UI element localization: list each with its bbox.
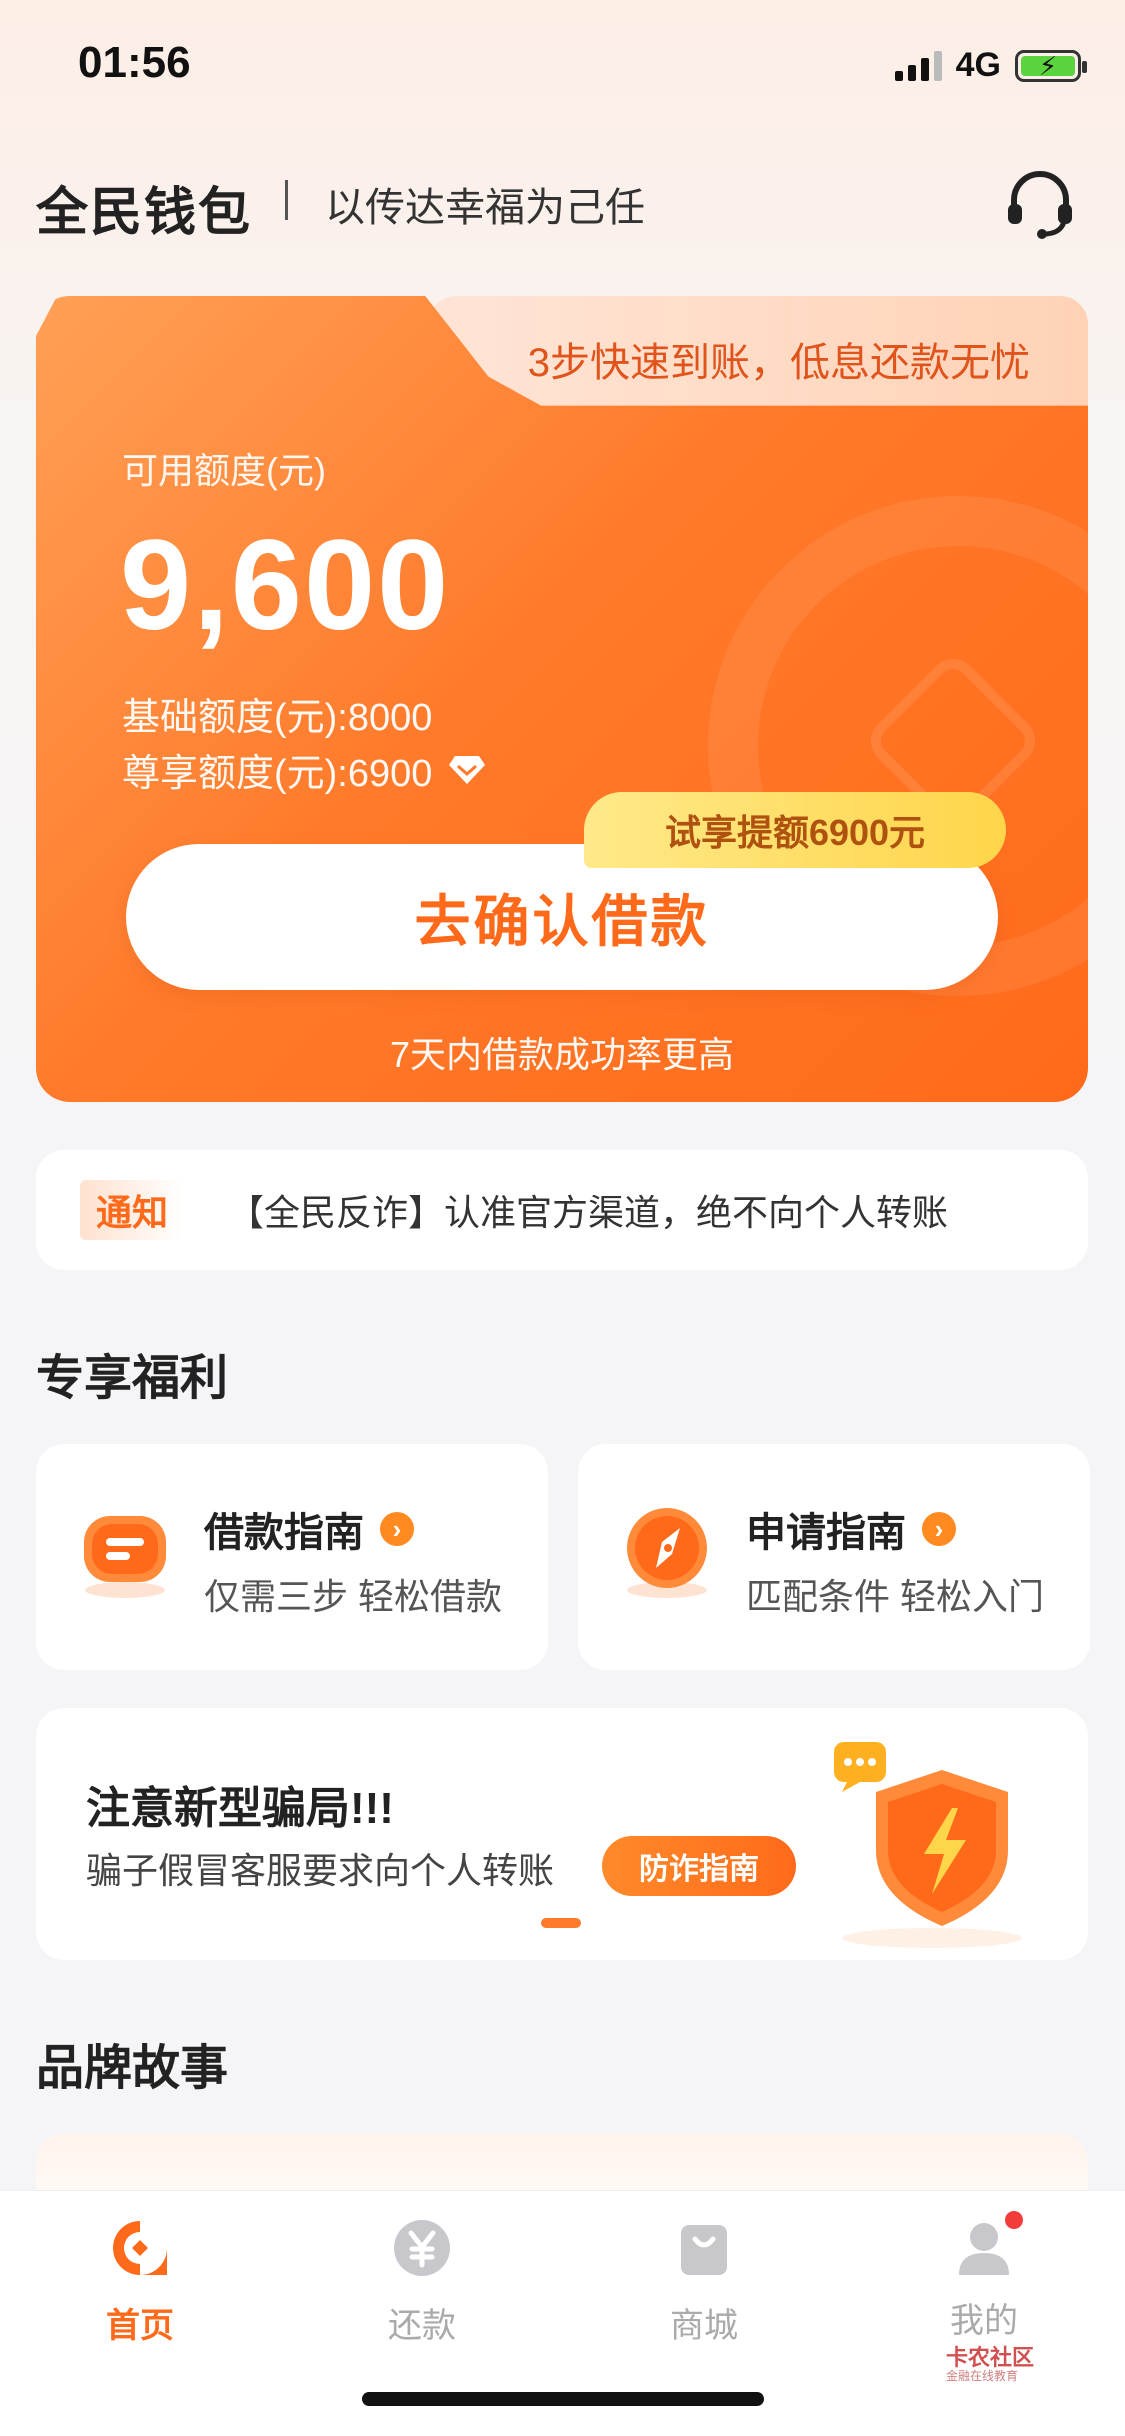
guide-icon [84, 1516, 166, 1598]
brand-name: 全民钱包 [36, 184, 253, 242]
fraud-subtitle: 骗子假冒客服要求向个人转账 [86, 1850, 555, 1891]
benefit-title-row: 借款指南 › [204, 1500, 414, 1558]
card-tab-text: 3步快速到账，低息还款无忧 [527, 341, 1030, 385]
benefit-title: 申请指南 [746, 1511, 906, 1555]
yuan-icon [394, 2220, 450, 2276]
benefits-title: 专享福利 [36, 1352, 229, 1405]
watermark: 卡农社区 金融在线教育 [946, 2345, 1035, 2384]
benefit-card-apply-guide[interactable]: 申请指南 › 匹配条件 轻松入门 [578, 1444, 1090, 1670]
notice-bar[interactable]: 通知 【全民反诈】认准官方渠道，绝不向个人转账 [36, 1150, 1088, 1270]
tab-home[interactable]: 首页 [40, 2217, 240, 2347]
notification-dot [1005, 2211, 1023, 2229]
notice-tag: 通知 [80, 1180, 184, 1240]
shield-icon [834, 1742, 1022, 1948]
benefit-subtitle: 仅需三步 轻松借款 [204, 1576, 503, 1617]
home-indicator[interactable] [362, 2392, 764, 2406]
success-tip: 7天内借款成功率更高 [389, 1034, 735, 1075]
diamond-icon [449, 755, 486, 784]
trial-badge: 试享提额6900元 [584, 792, 1006, 868]
credit-card: 3步快速到账，低息还款无忧 可用额度(元) 9,600 基础额度(元):8000… [36, 296, 1088, 1102]
fraud-title: 注意新型骗局!!! [86, 1784, 394, 1833]
status-indicators: 4G ⚡ [894, 46, 1087, 85]
carousel-indicator [541, 1918, 581, 1928]
brand-story-title: 品牌故事 [36, 2042, 229, 2095]
tab-label: 还款 [388, 2307, 456, 2345]
tab-repay[interactable]: 还款 [322, 2217, 522, 2347]
signal-icon [894, 50, 942, 81]
status-time: 01:56 [78, 38, 191, 87]
quota-amount: 9,600 [120, 514, 451, 657]
home-icon [113, 2221, 167, 2275]
tab-label: 首页 [106, 2307, 174, 2345]
basic-quota: 基础额度(元):8000 [122, 697, 433, 739]
brand-divider [285, 180, 288, 220]
vip-quota-row: 尊享额度(元):6900 [122, 742, 486, 797]
quota-label: 可用额度(元) [122, 450, 326, 491]
tab-me[interactable]: 我的 [884, 2211, 1084, 2342]
network-type: 4G [955, 46, 1001, 84]
compass-icon [627, 1508, 707, 1598]
tab-mall[interactable]: 商城 [604, 2217, 804, 2347]
chevron-right-icon: › [922, 1512, 956, 1546]
shopping-bag-icon [681, 2225, 727, 2275]
notice-text: 【全民反诈】认准官方渠道，绝不向个人转账 [228, 1192, 949, 1233]
benefit-subtitle: 匹配条件 轻松入门 [746, 1576, 1045, 1617]
tab-label: 我的 [950, 2302, 1018, 2340]
benefit-title-row: 申请指南 › [746, 1500, 956, 1558]
fraud-guide-button[interactable]: 防诈指南 [602, 1836, 796, 1896]
brand-slogan: 以传达幸福为己任 [325, 186, 645, 230]
fraud-banner[interactable]: 注意新型骗局!!! 骗子假冒客服要求向个人转账 防诈指南 [36, 1708, 1088, 1960]
benefit-title: 借款指南 [204, 1511, 364, 1555]
user-icon-wrap [953, 2211, 1023, 2279]
user-icon [959, 2223, 1009, 2275]
chevron-right-icon: › [380, 1512, 414, 1546]
status-bar: 01:56 4G ⚡ [0, 0, 1125, 140]
tab-label: 商城 [670, 2307, 738, 2345]
watermark-subtitle: 金融在线教育 [946, 2369, 1019, 2384]
benefit-card-loan-guide[interactable]: 借款指南 › 仅需三步 轻松借款 [36, 1444, 548, 1670]
battery-icon: ⚡ [1015, 49, 1087, 82]
watermark-title: 卡农社区 [946, 2345, 1035, 2370]
vip-quota: 尊享额度(元):6900 [122, 753, 433, 795]
headset-icon[interactable] [1000, 164, 1080, 244]
